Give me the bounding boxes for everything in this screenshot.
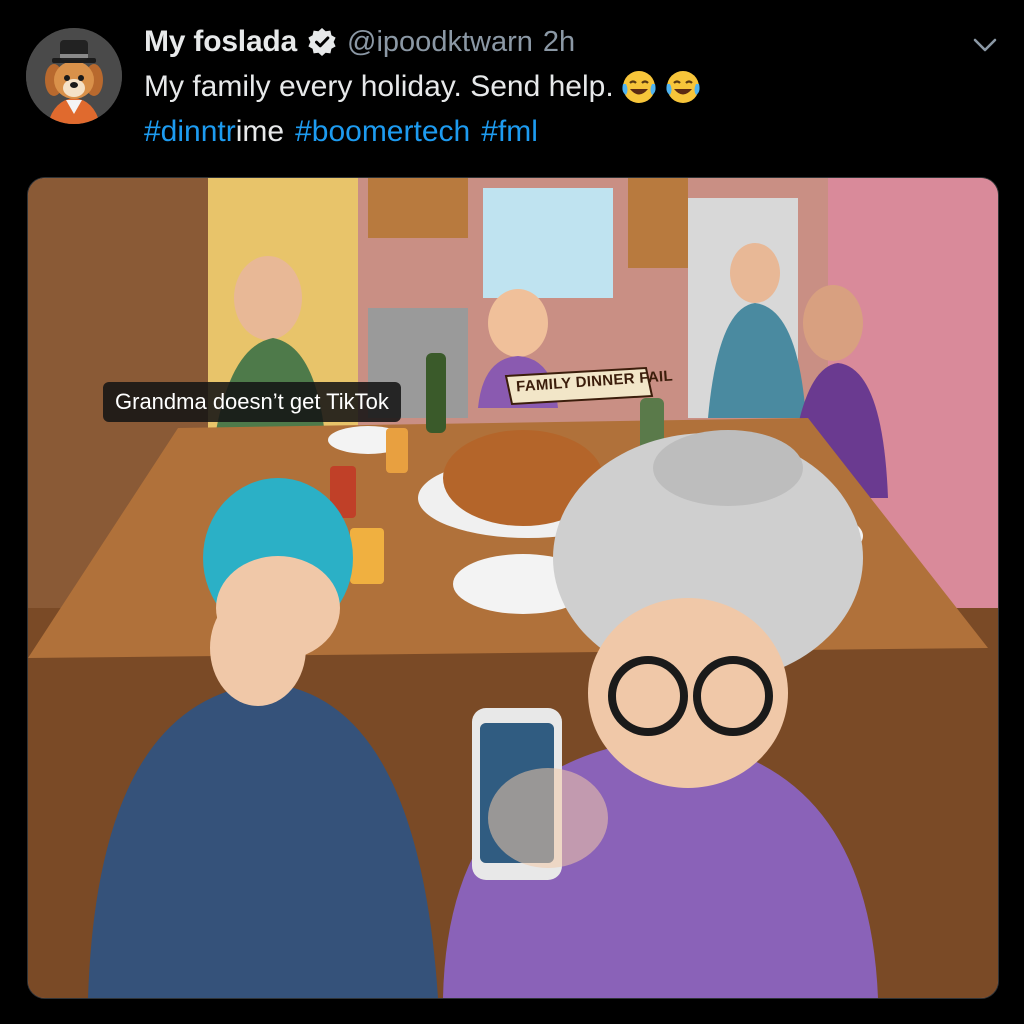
verified-badge-icon — [307, 27, 337, 57]
display-name[interactable]: My foslada — [144, 25, 297, 59]
timestamp[interactable]: 2h — [543, 26, 575, 59]
tweet-header: My foslada @ipoodktwarn 2h — [144, 22, 575, 62]
media-caption-overlay: Grandma doesn’t get TikTok — [103, 382, 401, 422]
laughing-crying-emoji-icon — [664, 68, 702, 106]
tweet-body: My family every holiday. Send help. — [144, 70, 614, 103]
tweet-text: My family every holiday. Send help. — [144, 68, 702, 106]
family-dinner-illustration — [28, 178, 998, 998]
avatar[interactable] — [26, 28, 122, 124]
chevron-down-icon[interactable] — [968, 28, 1002, 62]
hashtag-line: #dinntrime #boomertech #fml — [144, 115, 538, 149]
user-handle[interactable]: @ipoodktwarn — [347, 26, 533, 59]
hashtag-link[interactable]: #dinntr — [144, 115, 236, 148]
hashtag-suffix: ime — [235, 115, 285, 148]
dog-avatar-icon — [26, 28, 122, 124]
hashtag-boomertech[interactable]: #boomertech — [295, 115, 470, 149]
laughing-crying-emoji-icon — [620, 68, 658, 106]
hashtag-fml[interactable]: #fml — [481, 115, 538, 149]
tweet-media[interactable]: Grandma doesn’t get TikTok FAMILY DINNER… — [27, 177, 999, 999]
hashtag-dinntrime[interactable]: #dinntrime — [144, 115, 284, 149]
